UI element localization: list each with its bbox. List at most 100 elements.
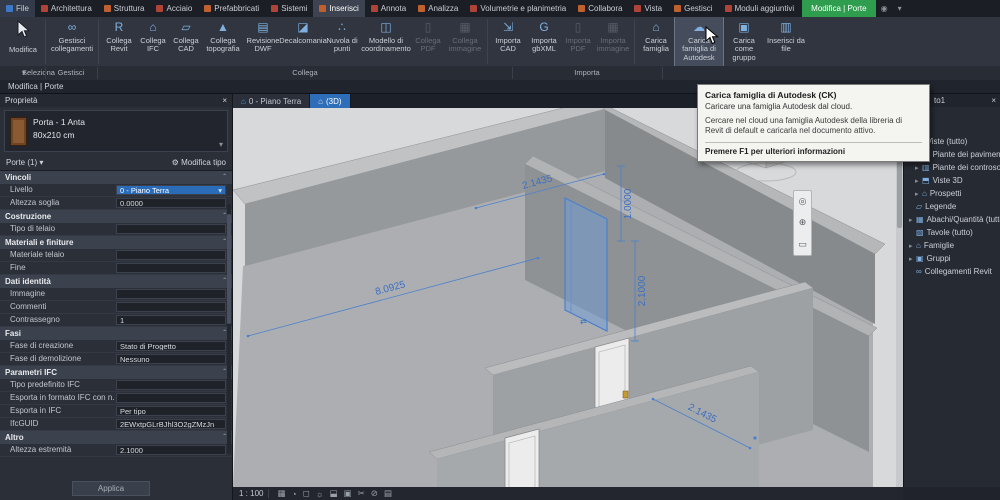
param-value[interactable]: Stato di Progetto: [116, 341, 226, 351]
detail-level-icon[interactable]: ▦: [277, 488, 285, 499]
tree-item-collegamenti[interactable]: ∞ Collegamenti Revit: [904, 265, 1000, 278]
param-value[interactable]: 0 - Piano Terra ▾: [116, 185, 226, 195]
view-tab-3d[interactable]: ⌂ (3D): [310, 94, 351, 108]
section-costruzione[interactable]: Costruzione ˆ: [0, 210, 232, 223]
panel-label-seleziona[interactable]: Seleziona ▾: [0, 66, 55, 80]
param-value[interactable]: 1: [116, 315, 226, 325]
crop-region-icon[interactable]: ▣: [344, 488, 352, 499]
sun-path-icon[interactable]: ◻: [303, 488, 310, 499]
type-selector[interactable]: Porta - 1 Anta 80x210 cm ▾: [4, 110, 228, 152]
tree-item-gruppi[interactable]: ▸ ▣ Gruppi: [904, 252, 1000, 265]
door-tag[interactable]: [622, 390, 629, 399]
modify-button[interactable]: Modifica: [3, 17, 43, 66]
param-row[interactable]: Fase di demolizione Nessuno: [0, 353, 232, 366]
chevron-down-icon[interactable]: ▾: [219, 140, 223, 149]
tree-item-viste-3d[interactable]: ▸ ⬒ Viste 3D: [904, 174, 1000, 187]
tab-analizza[interactable]: Analizza: [412, 0, 464, 17]
param-value[interactable]: 0.0000: [116, 198, 226, 208]
analytical-model-icon[interactable]: ▤: [384, 488, 392, 499]
param-row[interactable]: Esporta in formato IFC con n...: [0, 392, 232, 405]
section-parametri-ifc[interactable]: Parametri IFC ˆ: [0, 366, 232, 379]
shadows-icon[interactable]: ☼: [316, 489, 324, 499]
section-altro[interactable]: Altro ˆ: [0, 431, 232, 444]
param-value[interactable]: [116, 289, 226, 299]
section-materiali[interactable]: Materiali e finiture ˆ: [0, 236, 232, 249]
tree-item-abachi[interactable]: ▸ ▦ Abachi/Quantità (tutto): [904, 213, 1000, 226]
steering-wheel-icon[interactable]: ◎: [799, 196, 807, 207]
coordination-model-button[interactable]: ◫ Modello di coordinamento: [361, 17, 411, 66]
tab-inserisci[interactable]: Inserisci: [313, 0, 365, 17]
load-as-group-button[interactable]: ▣ Carica come gruppo: [723, 17, 765, 66]
temporary-hide-icon[interactable]: ✂: [358, 488, 365, 499]
param-row[interactable]: Fine: [0, 262, 232, 275]
param-value[interactable]: [116, 224, 226, 234]
dwf-markup-button[interactable]: ▤ Revisione DWF: [243, 17, 283, 66]
param-value[interactable]: [116, 263, 226, 273]
param-value[interactable]: Nessuno: [116, 354, 226, 364]
reveal-hidden-icon[interactable]: ⊘: [371, 488, 378, 499]
view-tab-piano-terra[interactable]: ⌂ 0 - Piano Terra: [233, 94, 311, 108]
element-filter-dropdown[interactable]: Porte (1) ▾: [6, 158, 43, 167]
section-fasi[interactable]: Fasi ˆ: [0, 327, 232, 340]
close-icon[interactable]: ×: [222, 94, 227, 107]
dimension-grip[interactable]: [753, 436, 757, 440]
tree-item-piante-controsoffitti[interactable]: ▸▥Piante dei controsoffitti (Pianta del …: [904, 161, 1000, 174]
tab-file[interactable]: File: [0, 0, 35, 17]
param-value[interactable]: 2.1000: [116, 445, 226, 455]
point-cloud-button[interactable]: ∴ Nuvola di punti: [323, 17, 361, 66]
tab-architettura[interactable]: Architettura: [35, 0, 98, 17]
tab-moduli-aggiuntivi[interactable]: Moduli aggiuntivi: [719, 0, 801, 17]
link-topography-button[interactable]: ▲ Collega topografia: [203, 17, 243, 66]
tab-prefabbricati[interactable]: Prefabbricati: [198, 0, 265, 17]
param-row[interactable]: Commenti: [0, 301, 232, 314]
param-value[interactable]: [116, 393, 226, 403]
param-row[interactable]: Tipo predefinito IFC: [0, 379, 232, 392]
decal-button[interactable]: ◪ Decalcomania: [279, 17, 327, 66]
manage-links-button[interactable]: ∞ Gestisci collegamenti: [48, 17, 96, 66]
close-icon[interactable]: ×: [991, 94, 996, 107]
zoom-icon[interactable]: ⊕: [799, 217, 807, 228]
flip-arrows-icon[interactable]: ⇄: [580, 317, 587, 326]
pan-icon[interactable]: ▭: [798, 239, 807, 250]
import-gbxml-button[interactable]: G Importa gbXML: [526, 17, 562, 66]
param-row[interactable]: IfcGUID 2EWxtpGLrBJhl3O2gZMzJn: [0, 418, 232, 431]
canvas-scrollbar[interactable]: [896, 108, 903, 487]
properties-scrollbar[interactable]: [227, 204, 231, 454]
tree-item-prospetti[interactable]: ▸ ⌂ Prospetti: [904, 187, 1000, 200]
help-icon[interactable]: ◉: [876, 0, 893, 17]
section-dati-identita[interactable]: Dati identità ˆ: [0, 275, 232, 288]
param-value[interactable]: [116, 380, 226, 390]
tab-struttura[interactable]: Struttura: [98, 0, 151, 17]
link-revit-button[interactable]: R Collega Revit: [101, 17, 137, 66]
tab-sistemi[interactable]: Sistemi: [265, 0, 313, 17]
crop-view-icon[interactable]: ⬓: [330, 488, 338, 499]
panel-label-gestisci[interactable]: Gestisci: [47, 66, 95, 80]
scale-button[interactable]: 1 : 100: [239, 489, 263, 498]
tree-item-famiglie[interactable]: ▸ ⌂ Famiglie: [904, 239, 1000, 252]
insert-from-file-button[interactable]: ▥ Inserisci da file: [765, 17, 807, 66]
tab-acciaio[interactable]: Acciaio: [150, 0, 198, 17]
tree-item-legende[interactable]: ▱ Legende: [904, 200, 1000, 213]
param-row[interactable]: Contrassegno 1: [0, 314, 232, 327]
load-family-button[interactable]: ⌂ Carica famiglia: [637, 17, 675, 66]
apply-button[interactable]: Applica: [72, 481, 150, 496]
link-ifc-button[interactable]: ⌂ Collega IFC: [137, 17, 169, 66]
tab-vista[interactable]: Vista: [628, 0, 668, 17]
import-cad-button[interactable]: ⇲ Importa CAD: [490, 17, 526, 66]
tab-modifica-porte[interactable]: Modifica | Porte: [802, 0, 876, 17]
3d-view[interactable]: ⇄ 8.0925 2.1435 1.0000 2.1000 2.1435: [233, 108, 903, 487]
tab-annota[interactable]: Annota: [365, 0, 412, 17]
tab-collabora[interactable]: Collabora: [572, 0, 628, 17]
selected-door[interactable]: ⇄: [564, 197, 608, 332]
tab-volumetrie[interactable]: Volumetrie e planimetria: [464, 0, 572, 17]
param-row[interactable]: Materiale telaio: [0, 249, 232, 262]
door-white-2[interactable]: [504, 428, 540, 487]
param-row[interactable]: Livello 0 - Piano Terra ▾: [0, 184, 232, 197]
param-row[interactable]: Immagine: [0, 288, 232, 301]
param-row[interactable]: Tipo di telaio: [0, 223, 232, 236]
tree-item-tavole[interactable]: ▧ Tavole (tutto): [904, 226, 1000, 239]
param-row[interactable]: Fase di creazione Stato di Progetto: [0, 340, 232, 353]
tab-gestisci[interactable]: Gestisci: [668, 0, 718, 17]
param-value[interactable]: 2EWxtpGLrBJhl3O2gZMzJn: [116, 419, 226, 429]
panel-label-collega[interactable]: Collega: [99, 66, 511, 80]
